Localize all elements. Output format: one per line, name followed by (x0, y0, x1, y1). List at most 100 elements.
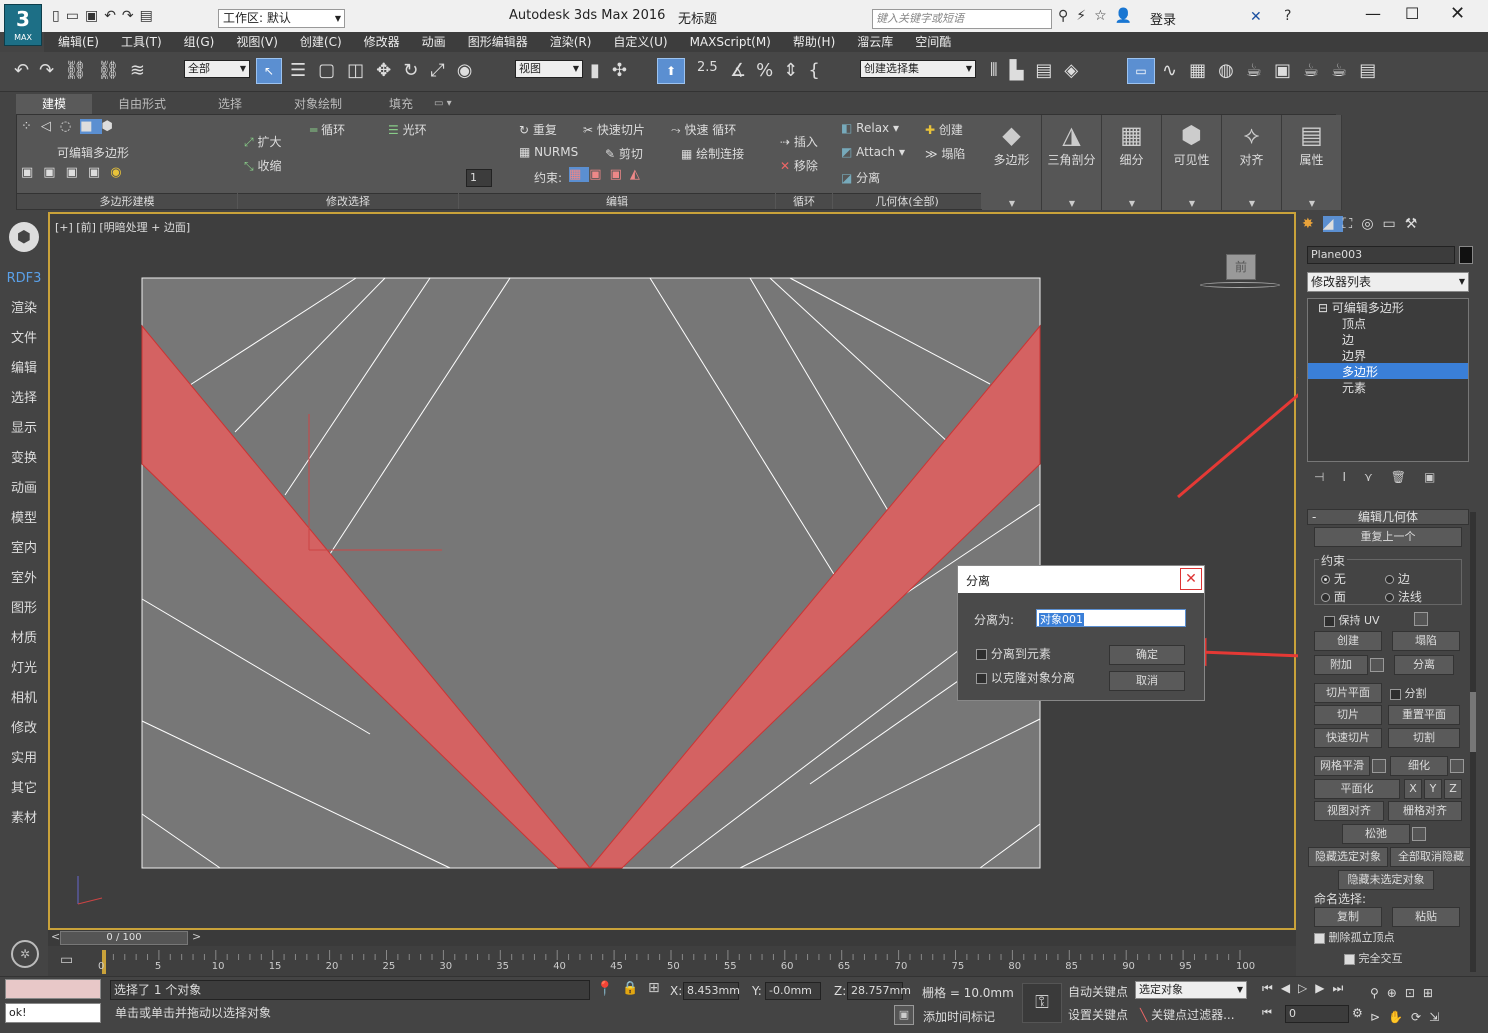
ribbon-options-icon[interactable]: ▭ ▾ (434, 94, 464, 114)
quickslice-button[interactable]: ✂ 快速切片 (583, 121, 645, 138)
viewcube-logo-icon[interactable]: ⬢ (9, 222, 39, 252)
constraint-none-radio[interactable]: 无 (1321, 570, 1346, 587)
paste-button[interactable]: 粘贴 (1392, 907, 1460, 927)
dialog-close-button[interactable]: ✕ (1180, 568, 1202, 590)
spinner-snap-icon[interactable]: ⇕ (783, 60, 808, 81)
left-panel-item[interactable]: 动画 (0, 474, 48, 504)
tab-objectpaint[interactable]: 对象绘制 (268, 94, 368, 114)
zoom-icon[interactable]: ⚲ (1370, 986, 1387, 1000)
goto-end-icon[interactable]: ⏭ (1333, 981, 1352, 995)
curve-editor-mini-icon[interactable]: ▭ (60, 952, 73, 968)
sliceplane-button[interactable]: 切片平面 (1314, 683, 1382, 703)
left-panel-item[interactable]: 文件 (0, 324, 48, 354)
paintconnect-button[interactable]: ▦ 绘制连接 (681, 145, 744, 162)
constraint-normal-icon[interactable]: ◭ (630, 167, 648, 182)
add-time-tag[interactable]: 添加时间标记 (923, 1008, 995, 1025)
ribbon-big-button[interactable]: ⟡ 对齐 ▼ (1222, 115, 1282, 210)
detach-ribbon-button[interactable]: ◪ 分离 (841, 169, 880, 186)
preserve-uv-settings-icon[interactable] (1414, 612, 1428, 626)
settings-gear-icon[interactable]: ✲ (11, 940, 39, 968)
menu-item[interactable]: MAXScript(M) (690, 32, 771, 52)
link-icon[interactable]: ⛓ (64, 60, 97, 81)
left-panel-item[interactable]: 素材 (0, 804, 48, 834)
menu-item[interactable]: 创建(C) (300, 32, 342, 52)
menu-item[interactable]: 修改器 (364, 32, 400, 52)
tab-freeform[interactable]: 自由形式 (92, 94, 192, 114)
rect-region-icon[interactable]: ▢ (318, 60, 347, 81)
set-key-button[interactable]: 设置关键点 (1068, 1006, 1128, 1023)
mirror-icon[interactable]: ⫴ (990, 60, 1010, 81)
tab-modeling[interactable]: 建模 (16, 94, 92, 114)
stack-item-editpoly[interactable]: ⊟ 可编辑多边形 (1308, 299, 1468, 315)
nurms-button[interactable]: ▦ NURMS (519, 145, 578, 159)
select-object-icon[interactable]: ↖ (256, 58, 282, 84)
border-icon[interactable]: ◌ (60, 119, 80, 134)
next-frame-icon[interactable]: ▶ (1315, 981, 1332, 995)
trackbar[interactable]: ▭ 0 5 10 15 20 25 30 35 40 45 50 55 60 65 70 75 80 85 90 95… (48, 946, 1296, 976)
keyboard-shortcut-icon[interactable]: ⬆ (657, 58, 685, 84)
save-icon[interactable]: ▣ (85, 8, 104, 24)
ribbon-big-button[interactable]: ◆ 多边形 ▼ (982, 115, 1042, 210)
remove-button[interactable]: ✕ 移除 (780, 157, 818, 174)
angle-snap-icon[interactable]: ∡ (730, 60, 756, 81)
detach-name-input[interactable]: 对象001 (1036, 609, 1186, 627)
named-selection-dropdown[interactable]: 创建选择集 ▼ (860, 60, 976, 78)
detach-to-element-checkbox[interactable]: 分离到元素 (976, 645, 1051, 662)
group-edit-label[interactable]: 编辑 (459, 193, 775, 209)
split-checkbox[interactable]: 分割 (1390, 685, 1427, 701)
selected-object-dropdown[interactable]: 选定对象 ▼ (1135, 981, 1247, 999)
scene-explorer-icon[interactable]: ▤ (1035, 60, 1064, 81)
render-iterative-icon[interactable]: ☕ (1331, 60, 1359, 81)
z-coord-field[interactable]: 28.757mm (847, 982, 911, 1000)
meshsmooth-settings-icon[interactable] (1372, 759, 1386, 773)
pivot-icon[interactable]: ▮ (590, 60, 612, 81)
add-time-tag-icon[interactable]: ▣ (894, 1005, 914, 1025)
left-panel-item[interactable]: 材质 (0, 624, 48, 654)
constraint-edge-icon[interactable]: ▣ (589, 167, 609, 182)
tool-a-icon[interactable]: ▣ (21, 165, 43, 180)
constraint-normal-radio[interactable]: 法线 (1385, 588, 1422, 605)
key-mode-toggle-icon[interactable]: ⏮ (1262, 1006, 1272, 1020)
current-frame-field[interactable]: 0 (1285, 1005, 1349, 1023)
detach-button[interactable]: 分离 (1394, 655, 1454, 675)
window-crossing-icon[interactable]: ◫ (347, 60, 376, 81)
meshsmooth-button[interactable]: 网格平滑 (1314, 756, 1370, 776)
polygon-mode-icon[interactable]: ■ (80, 119, 102, 134)
fov-icon[interactable]: ⊳ (1370, 1010, 1388, 1024)
attach-button[interactable]: 附加 (1314, 655, 1368, 675)
relax-settings-icon[interactable] (1412, 827, 1426, 841)
preserve-uv-checkbox[interactable]: 保持 UV (1324, 612, 1380, 628)
maxscript-listener-input[interactable]: ok! (5, 1003, 101, 1023)
attach-button[interactable]: ◩ Attach ▾ (841, 145, 905, 159)
ring-button[interactable]: ☰ 光环 (388, 121, 427, 138)
goto-start-icon[interactable]: ⏮ (1262, 981, 1281, 995)
move-icon[interactable]: ✥ (376, 60, 403, 81)
place-icon[interactable]: ◉ (457, 60, 485, 81)
planarize-z-button[interactable]: Z (1444, 779, 1462, 799)
maximize-viewport-icon[interactable]: ⇲ (1429, 1010, 1447, 1024)
stack-item-edge[interactable]: 边 (1308, 331, 1468, 347)
comm-icon[interactable]: ⚡ (1076, 8, 1094, 24)
open-file-icon[interactable]: ▭ (66, 8, 85, 24)
material-editor-icon[interactable]: ◍ (1218, 60, 1246, 81)
full-interactivity-checkbox[interactable]: 完全交互 (1344, 950, 1403, 966)
render-icon[interactable]: ☕ (1303, 60, 1331, 81)
copy-button[interactable]: 复制 (1314, 907, 1382, 927)
create-tab-icon[interactable]: ✸ (1302, 216, 1323, 232)
pin-stack-icon[interactable]: ⊣ (1314, 470, 1342, 484)
y-coord-field[interactable]: -0.0mm (765, 982, 821, 1000)
left-panel-item[interactable]: 修改 (0, 714, 48, 744)
element-icon[interactable]: ⬢ (102, 119, 122, 134)
left-panel-item[interactable]: RDF3 (0, 264, 48, 294)
edge-icon[interactable]: ◁ (41, 119, 60, 134)
auto-key-button[interactable]: 自动关键点 (1068, 983, 1128, 1000)
remove-modifier-icon[interactable]: 🗑 (1391, 470, 1424, 484)
left-panel-item[interactable]: 模型 (0, 504, 48, 534)
align-icon[interactable]: ▙ (1010, 60, 1036, 81)
menu-item[interactable]: 视图(V) (236, 32, 278, 52)
repeat-last-button[interactable]: 重复上一个 (1314, 527, 1462, 547)
ribbon-big-button[interactable]: ▤ 属性 ▼ (1282, 115, 1342, 210)
tab-populate[interactable]: 填充 (368, 94, 434, 114)
expand-button[interactable]: ⤢ 扩大 (244, 133, 281, 150)
project-icon[interactable]: ▤ (140, 8, 159, 24)
